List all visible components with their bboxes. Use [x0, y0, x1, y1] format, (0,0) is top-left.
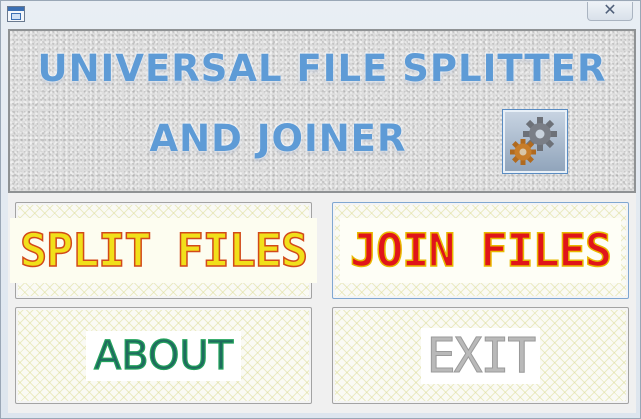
close-button[interactable]: ✕: [587, 2, 633, 21]
app-title-line-1: UNIVERSAL FILE SPLITTER: [37, 47, 607, 90]
exit-label: EXIT: [420, 327, 541, 384]
split-files-label: SPLIT FILES: [10, 218, 318, 283]
exit-face: EXIT: [335, 310, 626, 401]
gears-icon: [510, 117, 557, 165]
client-area: UNIVERSAL FILE SPLITTER AND JOINER SPLIT…: [8, 29, 636, 413]
app-icon-pane: [11, 13, 21, 20]
join-files-face: JOIN FILES: [335, 205, 626, 296]
app-window-icon[interactable]: [7, 6, 25, 22]
join-files-label: JOIN FILES: [340, 218, 621, 283]
settings-button[interactable]: [502, 109, 568, 174]
split-files-button[interactable]: SPLIT FILES: [10, 202, 318, 299]
about-label: ABOUT: [85, 330, 242, 381]
about-face: ABOUT: [18, 310, 309, 401]
join-files-button[interactable]: JOIN FILES: [332, 202, 629, 299]
about-button[interactable]: ABOUT: [15, 307, 312, 404]
header-banner: UNIVERSAL FILE SPLITTER AND JOINER: [8, 29, 636, 193]
title-bar[interactable]: ✕: [1, 1, 641, 29]
app-icon-bar: [8, 7, 24, 11]
split-files-face: SPLIT FILES: [10, 205, 318, 296]
close-icon: ✕: [603, 2, 617, 19]
exit-button[interactable]: EXIT: [332, 307, 629, 404]
app-window: ✕ UNIVERSAL FILE SPLITTER AND JOINER SPL…: [0, 0, 641, 419]
